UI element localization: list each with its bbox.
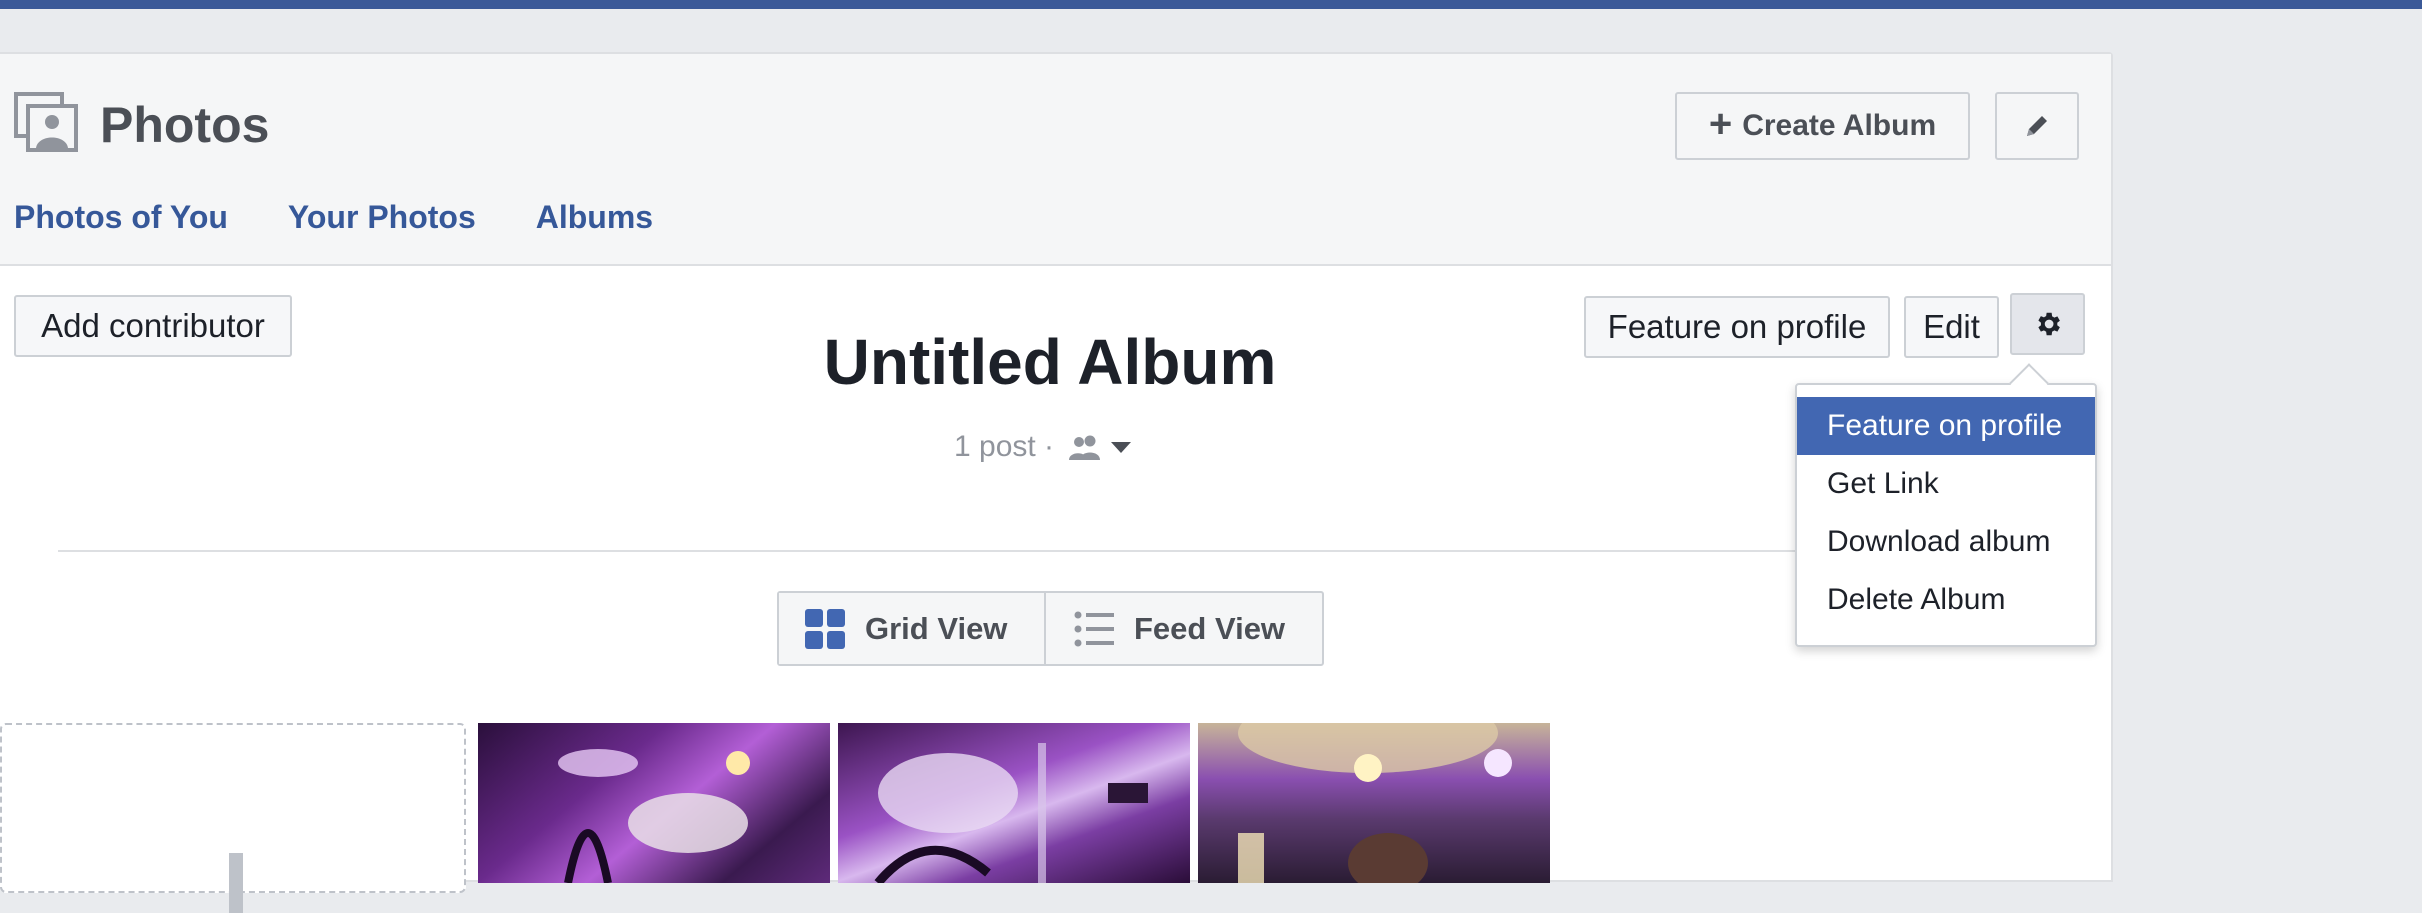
create-album-label: Create Album <box>1742 109 1937 142</box>
photos-icon <box>14 92 78 152</box>
album-title: Untitled Album <box>823 326 1277 398</box>
menu-item-get-link[interactable]: Get Link <box>1797 455 2095 513</box>
post-count: 1 post · <box>954 430 1055 463</box>
grid-icon <box>805 608 845 649</box>
photo-thumbnail[interactable] <box>838 723 1190 883</box>
menu-item-delete-album[interactable]: Delete Album <box>1797 571 2095 629</box>
photo-thumbnail[interactable] <box>1198 723 1550 883</box>
album-options-menu: Feature on profile Get Link Download alb… <box>1795 363 2097 647</box>
feed-view-button[interactable]: Feed View <box>1046 593 1324 664</box>
tab-albums[interactable]: Albums <box>536 199 653 236</box>
menu-item-download-album[interactable]: Download album <box>1797 513 2095 571</box>
page-title: Photos <box>100 97 270 153</box>
photos-header: Photos + Create Album Photos of You Your… <box>0 54 2111 266</box>
grid-view-button[interactable]: Grid View <box>779 593 1046 664</box>
feed-view-label: Feed View <box>1134 610 1286 646</box>
edit-pencil-button[interactable] <box>1995 92 2079 160</box>
divider <box>58 550 1818 552</box>
photo-thumbnail[interactable] <box>478 723 830 883</box>
plus-icon <box>229 853 243 913</box>
add-photos-tile[interactable] <box>0 723 466 913</box>
tab-photos-of-you[interactable]: Photos of You <box>14 199 228 236</box>
photo-content <box>1238 723 1512 883</box>
album-meta: 1 post · <box>954 430 1132 464</box>
menu-item-feature-on-profile[interactable]: Feature on profile <box>1797 397 2095 455</box>
pencil-icon <box>2027 116 2047 136</box>
friends-icon <box>1069 435 1101 460</box>
list-icon <box>1074 611 1114 646</box>
photo-content <box>874 743 1148 883</box>
plus-icon: + <box>1708 101 1733 146</box>
privacy-selector[interactable] <box>1068 434 1132 460</box>
grid-view-label: Grid View <box>865 610 1008 646</box>
photo-content <box>558 749 750 883</box>
top-nav-bar <box>0 0 2422 9</box>
menu-list: Feature on profile Get Link Download alb… <box>1797 397 2095 629</box>
tab-your-photos[interactable]: Your Photos <box>288 199 476 236</box>
photos-tabs: Photos of You Your Photos Albums <box>14 199 653 236</box>
create-album-button[interactable]: + Create Album <box>1675 92 1970 160</box>
view-toggle: Grid View Feed View <box>777 591 1324 666</box>
caret-down-icon <box>1111 442 1132 453</box>
